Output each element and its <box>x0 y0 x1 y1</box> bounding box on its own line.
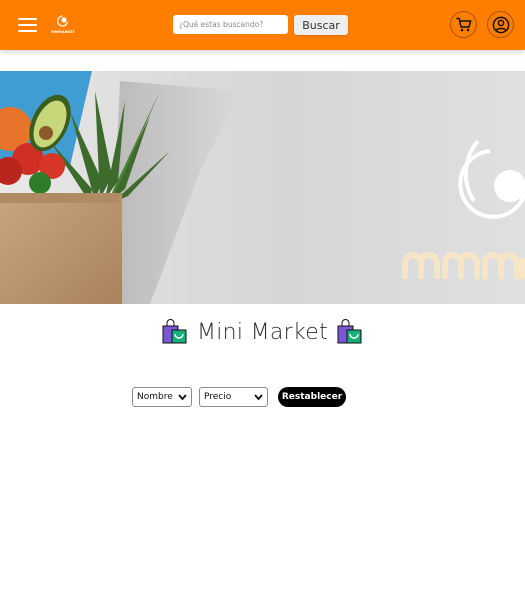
chevron-down-icon <box>178 394 187 401</box>
cart-icon <box>455 17 471 32</box>
brand-logo[interactable]: MMMARKET <box>48 14 78 36</box>
sort-by-price-select[interactable]: Precio <box>199 387 268 407</box>
shopping-bags-icon <box>162 319 187 344</box>
sort-by-name-select[interactable]: Nombre <box>132 387 192 407</box>
chevron-down-icon <box>254 394 263 401</box>
reset-filters-button[interactable]: Restablecer <box>278 387 346 407</box>
filter-bar: Nombre Precio Restablecer <box>0 386 525 408</box>
sort-by-price-value: Precio <box>204 392 232 402</box>
brand-logo-text: MMMARKET <box>51 30 76 34</box>
hero-banner <box>0 71 525 304</box>
page-title: Mini Market <box>196 319 329 345</box>
user-icon <box>492 16 509 33</box>
user-button[interactable] <box>487 11 514 38</box>
cart-button[interactable] <box>450 11 477 38</box>
hero-banner-image <box>0 71 525 304</box>
menu-icon[interactable] <box>18 17 37 33</box>
page-title-row: Mini Market <box>0 316 525 348</box>
navbar: MMMARKET Buscar <box>0 0 525 50</box>
search-button[interactable]: Buscar <box>294 15 348 35</box>
sort-by-name-value: Nombre <box>137 392 173 402</box>
search-input[interactable] <box>173 15 288 34</box>
shopping-bags-icon <box>337 319 362 344</box>
